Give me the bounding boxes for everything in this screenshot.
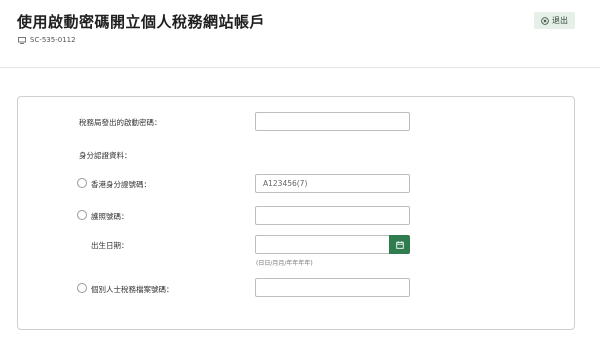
dob-format-hint: (日日/月月/年年年年) xyxy=(256,260,313,267)
dob-input[interactable] xyxy=(255,235,390,254)
activation-code-label: 稅務局發出的啟動密碼： xyxy=(79,118,162,127)
screen-code-text: SC-535-0112 xyxy=(30,36,76,44)
passport-radio[interactable] xyxy=(77,210,87,220)
close-circle-icon xyxy=(541,16,549,25)
page-title: 使用啟動密碼開立個人稅務網站帳戶 xyxy=(17,13,266,31)
activation-code-input[interactable] xyxy=(255,112,410,131)
calendar-icon xyxy=(395,240,404,249)
calendar-button[interactable] xyxy=(389,235,410,254)
identity-section-label: 身分認證資料： xyxy=(79,151,132,160)
dob-label: 出生日期： xyxy=(91,241,129,250)
hkid-input[interactable]: A123456(7) xyxy=(255,174,410,193)
file-no-input[interactable] xyxy=(255,278,410,297)
monitor-icon xyxy=(18,36,26,44)
screen-code: SC-535-0112 xyxy=(18,36,76,44)
hkid-radio[interactable] xyxy=(77,178,87,188)
file-no-radio[interactable] xyxy=(77,283,87,293)
hkid-label: 香港身分證號碼： xyxy=(91,180,151,189)
passport-label: 護照號碼： xyxy=(91,212,129,221)
page-header: 使用啟動密碼開立個人稅務網站帳戶 SC-535-0112 退出 xyxy=(0,0,600,68)
file-no-label: 個別人士稅務檔案號碼： xyxy=(91,285,174,294)
logout-button[interactable]: 退出 xyxy=(534,12,575,29)
form-card: 稅務局發出的啟動密碼： 身分認證資料： 香港身分證號碼： A123456(7) … xyxy=(17,96,575,330)
logout-label: 退出 xyxy=(552,16,568,25)
hkid-placeholder: A123456(7) xyxy=(263,179,308,188)
passport-input[interactable] xyxy=(255,206,410,225)
